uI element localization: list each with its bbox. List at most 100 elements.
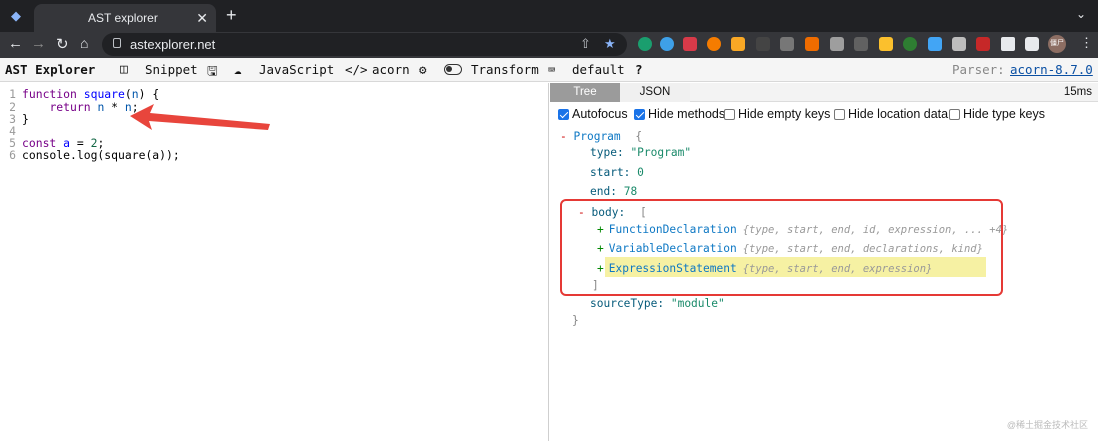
extension-atom-icon[interactable]: [660, 37, 674, 51]
transform-button[interactable]: Transform: [471, 62, 539, 77]
watermark-text: @稀土掘金技术社区: [1006, 420, 1088, 430]
parser-prefix: Parser:: [952, 62, 1005, 77]
browser-tab[interactable]: AST explorer ✕: [34, 4, 216, 32]
start-value: 0: [637, 166, 644, 179]
end-property: end: 78: [590, 185, 637, 198]
code-text: function square(n) {: [22, 87, 159, 101]
snippet-icon: ◫: [120, 62, 128, 77]
output-tabs: Tree JSON 15ms: [550, 83, 1098, 102]
back-icon[interactable]: ←: [8, 35, 23, 52]
option-label: Hide type keys: [963, 107, 1045, 121]
end-key: end:: [590, 185, 617, 198]
address-url[interactable]: astexplorer.net: [130, 37, 215, 52]
parser-settings-gear-icon[interactable]: ⚙: [419, 62, 427, 77]
code-token: (: [124, 87, 132, 101]
program-open-brace: {: [635, 130, 643, 143]
extension-g-icon[interactable]: [731, 37, 745, 51]
code-token: }: [22, 112, 29, 126]
code-token: console.log(square(a));: [22, 148, 180, 162]
option-checkbox[interactable]: [834, 108, 845, 120]
lock-icon: [113, 38, 121, 48]
code-token: function: [22, 87, 77, 101]
type-key: type:: [590, 146, 624, 159]
home-icon[interactable]: ⌂: [80, 35, 88, 51]
tab-tree[interactable]: Tree: [550, 83, 620, 102]
profile-avatar[interactable]: 僵尸: [1048, 35, 1066, 53]
keyboard-icon: ⌨: [548, 62, 556, 77]
extension-red-icon[interactable]: [976, 37, 990, 51]
line-number: 6: [9, 148, 16, 162]
address-bar[interactable]: astexplorer.net ⇧ ★: [102, 33, 627, 56]
option-checkbox[interactable]: [558, 108, 569, 120]
start-property: start: 0: [590, 166, 644, 179]
pinned-tab-gem-icon[interactable]: ◆: [11, 8, 21, 24]
tab-title: AST explorer: [88, 11, 158, 25]
extension-arrow-up-icon[interactable]: [805, 37, 819, 51]
transform-toggle-icon: [444, 64, 462, 75]
reload-icon[interactable]: ↻: [56, 35, 69, 53]
option-autofocus[interactable]: Autofocus: [558, 107, 628, 121]
line-number: 1: [9, 87, 16, 101]
extension-mask-icon[interactable]: [854, 37, 868, 51]
code-token: *: [104, 100, 125, 114]
extension-code-icon[interactable]: [780, 37, 794, 51]
code-text: }: [22, 112, 29, 126]
tab-close-icon[interactable]: ✕: [196, 10, 208, 27]
code-token: ) {: [138, 87, 160, 101]
extension-target-icon[interactable]: [903, 37, 917, 51]
program-name: Program: [573, 130, 621, 143]
code-token: return: [49, 100, 91, 114]
extension-badge-icon[interactable]: [952, 37, 966, 51]
sourcetype-property: sourceType: "module": [590, 297, 725, 310]
extension-react-icon[interactable]: [638, 37, 652, 51]
option-checkbox[interactable]: [949, 108, 960, 120]
browser-menu-icon[interactable]: ⋮: [1080, 35, 1093, 51]
program-node[interactable]: - Program {: [560, 130, 642, 143]
extension-v-icon[interactable]: [830, 37, 844, 51]
parser-version-link[interactable]: acorn-8.7.0: [1010, 62, 1093, 77]
extension-fe-icon[interactable]: [683, 37, 697, 51]
help-button[interactable]: ?: [635, 62, 643, 77]
app-toolbar: AST Explorer ◫ Snippet 🖫 ☁ JavaScript </…: [0, 58, 1098, 82]
extension-infinity-icon[interactable]: [879, 37, 893, 51]
tab-search-chevron-icon[interactable]: ⌄: [1076, 7, 1086, 21]
code-token: square: [83, 87, 125, 101]
code-token: n: [131, 87, 139, 101]
end-value: 78: [623, 185, 638, 198]
option-label: Hide location data: [848, 107, 949, 121]
snippet-button[interactable]: Snippet: [145, 62, 198, 77]
new-tab-icon[interactable]: +: [226, 5, 237, 26]
option-checkbox[interactable]: [724, 108, 735, 120]
tab-json[interactable]: JSON: [620, 83, 690, 102]
code-text: console.log(square(a));: [22, 148, 180, 162]
option-hide-empty-keys[interactable]: Hide empty keys: [724, 107, 830, 121]
sourcetype-value: "module": [670, 297, 725, 310]
side-panel-icon[interactable]: [1025, 37, 1039, 51]
share-icon[interactable]: ⇧: [580, 36, 591, 52]
option-checkbox[interactable]: [634, 108, 645, 120]
annotation-highlight-box: [560, 199, 1003, 296]
option-label: Hide empty keys: [738, 107, 831, 121]
program-collapse-toggle[interactable]: -: [560, 130, 567, 143]
parser-button[interactable]: acorn: [372, 62, 410, 77]
extension-x-icon[interactable]: [756, 37, 770, 51]
sourcetype-key: sourceType:: [590, 297, 665, 310]
option-hide-location-data[interactable]: Hide location data: [834, 107, 948, 121]
language-button[interactable]: JavaScript: [259, 62, 334, 77]
code-text: return n * n;: [22, 100, 138, 114]
option-hide-type-keys[interactable]: Hide type keys: [949, 107, 1045, 121]
cloud-icon: ☁: [234, 62, 242, 77]
forward-icon[interactable]: →: [31, 35, 46, 52]
keymap-button[interactable]: default: [572, 62, 625, 77]
app-brand: AST Explorer: [5, 62, 96, 77]
extensions-puzzle-icon[interactable]: [1001, 37, 1015, 51]
option-label: Hide methods: [648, 107, 726, 121]
option-hide-methods[interactable]: Hide methods: [634, 107, 725, 121]
extension-orange-icon[interactable]: [707, 37, 721, 51]
save-icon[interactable]: 🖫: [207, 62, 218, 83]
bookmark-star-icon[interactable]: ★: [604, 36, 616, 52]
extension-diamond-icon[interactable]: [928, 37, 942, 51]
program-close-brace: }: [572, 314, 579, 327]
parse-time: 15ms: [1063, 86, 1092, 98]
type-property: type: "Program": [590, 146, 691, 159]
